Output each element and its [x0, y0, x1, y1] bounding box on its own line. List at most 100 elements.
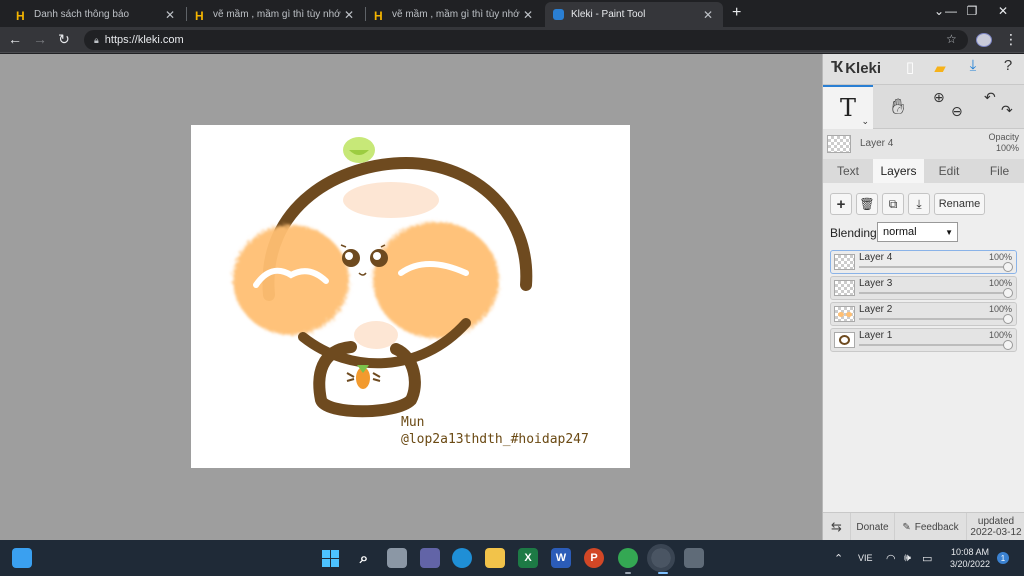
volume-icon[interactable]: 🕪︎ — [904, 540, 911, 576]
undo-icon[interactable]: ↶ — [984, 89, 996, 106]
layer-opacity-slider-knob[interactable] — [1003, 262, 1013, 272]
hoidap-h-icon: H — [374, 9, 383, 23]
restore-icon[interactable]: ❐ — [957, 4, 987, 18]
close-tab-icon[interactable]: ✕ — [521, 8, 535, 22]
canvas-text-credit: @lop2a13thdth_#hoidap247 — [401, 432, 589, 447]
layer-item-4[interactable]: Layer 4 100% — [830, 250, 1017, 274]
close-tab-icon[interactable]: ✕ — [163, 8, 177, 22]
powerpoint-icon[interactable]: P — [584, 548, 604, 568]
menu-kebab-icon[interactable]: ⋮ — [1004, 31, 1018, 48]
add-layer-button[interactable]: + — [830, 193, 852, 215]
excel-icon[interactable]: X — [518, 548, 538, 568]
browser-tab-notifications[interactable]: H Danh sách thông báo ✕ — [8, 2, 185, 27]
wifi-icon[interactable]: ◠ — [886, 540, 896, 576]
layer-opacity-slider-track[interactable] — [859, 292, 1007, 294]
logo-tile — [330, 558, 339, 567]
address-bar[interactable]: 🔒︎ https://kleki.com — [84, 30, 968, 50]
help-icon[interactable]: ? — [997, 57, 1019, 74]
tab-file[interactable]: File — [974, 159, 1024, 183]
layer-opacity-slider-knob[interactable] — [1003, 314, 1013, 324]
start-windows-icon[interactable] — [320, 548, 340, 568]
search-icon[interactable]: ⌕ — [354, 548, 374, 568]
running-indicator — [625, 572, 631, 574]
open-folder-icon[interactable]: ▰ — [929, 59, 951, 77]
updated-label: updated — [977, 516, 1015, 527]
reload-icon[interactable]: ↻ — [55, 31, 73, 48]
file-explorer-icon[interactable] — [485, 548, 505, 568]
layer-name: Layer 4 — [859, 252, 893, 263]
battery-icon[interactable]: ▭ — [922, 540, 932, 576]
current-layer-header: Layer 4 Opacity 100% — [823, 129, 1024, 159]
download-icon[interactable]: ⤓ — [962, 57, 984, 74]
merge-layer-button[interactable]: ⤓ — [908, 193, 930, 215]
zoom-tool-button[interactable]: ⊕ ⊖ — [923, 85, 973, 129]
swap-panel-side-icon[interactable]: ⇆ — [823, 513, 851, 541]
blending-mode-select[interactable]: normal ▼ — [877, 222, 958, 242]
redo-icon[interactable]: ↷ — [1001, 102, 1013, 119]
logo-tile — [321, 549, 330, 558]
tab-text[interactable]: Text — [823, 159, 873, 183]
layer-opacity-slider-track[interactable] — [859, 318, 1007, 320]
language-indicator[interactable]: VIE — [858, 540, 873, 576]
edge-browser-icon[interactable] — [452, 548, 472, 568]
browser-tab-question-1[interactable]: H vẽ mầm , mầm gì thì tùy nhớ ko ✕ — [187, 2, 364, 27]
new-image-icon[interactable]: ▯ — [899, 58, 921, 76]
rename-layer-button[interactable]: Rename — [934, 193, 985, 215]
tab-layers[interactable]: Layers — [873, 159, 924, 183]
close-tab-icon[interactable]: ✕ — [701, 8, 715, 22]
layer-item-3[interactable]: Layer 3 100% — [830, 276, 1017, 300]
browser-tab-kleki[interactable]: Kleki - Paint Tool ✕ — [545, 2, 723, 27]
layer-opacity-slider-knob[interactable] — [1003, 340, 1013, 350]
forward-arrow-icon[interactable]: → — [31, 31, 49, 47]
new-tab-icon[interactable]: + — [732, 4, 741, 22]
task-view-icon[interactable] — [387, 548, 407, 568]
text-tool-button[interactable]: T ⌄ — [823, 85, 873, 129]
canvas-text-name: Mun — [401, 415, 425, 430]
blending-mode-value: normal — [883, 226, 917, 238]
layer-opacity-slider-track[interactable] — [859, 266, 1007, 268]
system-clock[interactable]: 10:08 AM 3/20/2022 — [944, 546, 996, 570]
word-icon[interactable]: W — [551, 548, 571, 568]
layer-opacity-slider-track[interactable] — [859, 344, 1007, 346]
browser-tab-question-2[interactable]: H vẽ mầm , mầm gì thì tùy nhớ ko ✕ — [366, 2, 543, 27]
layer-item-1[interactable]: Layer 1 100% — [830, 328, 1017, 352]
layer-name: Layer 1 — [859, 330, 893, 341]
thumbnail-outline-mark — [839, 335, 850, 345]
updated-info[interactable]: updated 2022-03-12 — [967, 513, 1024, 541]
tray-overflow-chevron-icon[interactable]: ⌃ — [834, 540, 843, 576]
layer-name: Layer 3 — [859, 278, 893, 289]
teams-chat-icon[interactable] — [420, 548, 440, 568]
kleki-logo[interactable]: Ҡ Kleki — [831, 59, 881, 77]
close-tab-icon[interactable]: ✕ — [342, 8, 356, 22]
zoom-in-icon[interactable]: ⊕ — [933, 89, 945, 106]
profile-avatar[interactable] — [976, 33, 992, 47]
tab-title: Danh sách thông báo — [34, 9, 130, 20]
tab-edit[interactable]: Edit — [924, 159, 974, 183]
notification-badge[interactable]: 1 — [997, 552, 1009, 564]
layer-name: Layer 2 — [859, 304, 893, 315]
tab-title: vẽ mầm , mầm gì thì tùy nhớ ko — [392, 9, 521, 20]
delete-layer-button[interactable]: 🗑︎ — [856, 193, 878, 215]
duplicate-layer-button[interactable]: ⧉ — [882, 193, 904, 215]
widgets-icon[interactable] — [12, 548, 32, 568]
opacity-label: Opacity — [988, 132, 1019, 142]
panel-header: Ҡ Kleki ▯ ▰ ⤓ ? — [823, 54, 1024, 85]
drawing-canvas[interactable]: Mun @lop2a13thdth_#hoidap247 — [191, 125, 630, 468]
bookmark-star-icon[interactable]: ☆ — [946, 32, 957, 46]
chevron-down-icon[interactable]: ⌄ — [861, 116, 869, 127]
zoom-out-icon[interactable]: ⊖ — [951, 103, 963, 120]
chrome-icon[interactable] — [647, 544, 675, 572]
clock-date: 3/20/2022 — [949, 559, 991, 569]
layer-item-2[interactable]: Layer 2 100% — [830, 302, 1017, 326]
chrome-profile-icon[interactable] — [618, 548, 638, 568]
calculator-icon[interactable] — [684, 548, 704, 568]
close-window-icon[interactable]: ✕ — [988, 4, 1018, 18]
thumbnail-orange-mark — [838, 312, 844, 317]
back-arrow-icon[interactable]: ← — [6, 31, 24, 47]
donate-link[interactable]: Donate — [851, 513, 895, 541]
kleki-workspace[interactable]: Mun @lop2a13thdth_#hoidap247 — [0, 54, 822, 540]
feedback-link[interactable]: ✎ Feedback — [895, 513, 967, 541]
layer-opacity-slider-knob[interactable] — [1003, 288, 1013, 298]
edit-pencil-icon: ✎ — [902, 521, 911, 533]
hand-tool-button[interactable]: ✋︎ — [873, 85, 923, 129]
